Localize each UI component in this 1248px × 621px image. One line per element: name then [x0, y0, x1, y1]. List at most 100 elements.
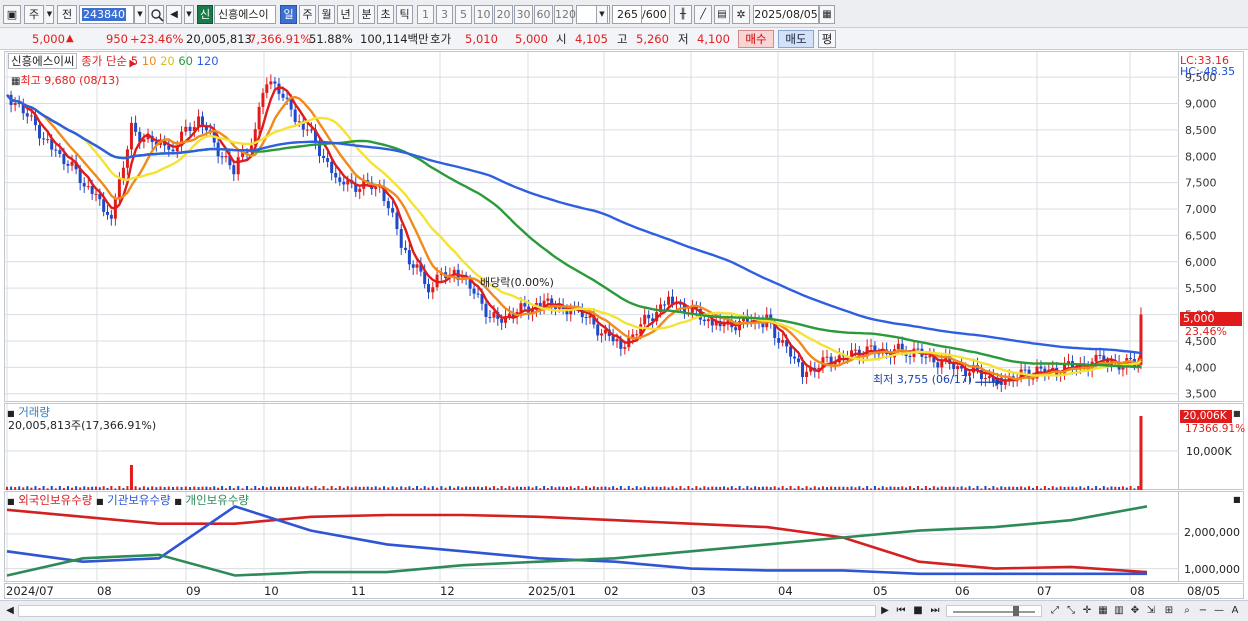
search-icon[interactable] [148, 5, 164, 24]
tab-monthly[interactable]: 월 [318, 5, 335, 24]
count-input[interactable]: 265 [612, 5, 642, 24]
ma-5-label: 5 [130, 54, 139, 68]
code-dropdown-icon[interactable]: ▼ [134, 5, 146, 24]
legend-foreign: 외국인보유수량 [18, 493, 93, 507]
candle-body [805, 371, 809, 378]
fit-icon[interactable]: ⇲ [1144, 604, 1158, 618]
interval-3[interactable]: 3 [436, 5, 453, 24]
tab-minute[interactable]: 분 [358, 5, 375, 24]
interval-30[interactable]: 30 [514, 5, 533, 24]
count-value: 265 [617, 8, 638, 21]
candle-body [1129, 358, 1133, 360]
volume-chart-panel[interactable]: ■ 거래량 20,005,813주(17,366.91%) [4, 403, 1180, 491]
period-dropdown-icon[interactable]: ▼ [46, 5, 54, 24]
candle-body [129, 122, 133, 150]
volume-bar [34, 486, 37, 490]
tab-yearly-label: 년 [340, 8, 351, 21]
pan-icon[interactable]: ✥ [1128, 604, 1142, 618]
scroll-left-icon[interactable]: ◀ [3, 604, 17, 618]
price-chart-panel[interactable]: 신흥에스이씨 종가 단순 5 10 20 60 120 ▦최고 9,680 (0… [4, 51, 1180, 403]
volume-bar [873, 486, 876, 490]
high-label: 고 [617, 32, 628, 46]
minus-icon[interactable]: − [1196, 604, 1210, 618]
go-last-icon[interactable]: ⏭ [928, 604, 942, 618]
volume-bar [577, 486, 580, 490]
current-price: 5,000 [32, 32, 65, 46]
tab-weekly-label: 주 [302, 8, 313, 21]
date-input[interactable]: 2025/08/05 [753, 5, 819, 24]
go-first-icon[interactable]: ⏮ [894, 604, 908, 618]
tab-weekly[interactable]: 주 [299, 5, 316, 24]
volume-bar [1121, 486, 1124, 490]
interval-1[interactable]: 1 [417, 5, 434, 24]
sell-button[interactable]: 매도 [778, 30, 814, 48]
volume-bar [378, 487, 381, 490]
zoom-in-tool-icon[interactable]: ⤢ [1048, 604, 1062, 618]
volume-bar [391, 486, 394, 490]
zoom-slider[interactable] [946, 605, 1042, 617]
volume-bar [870, 488, 873, 490]
stop-icon[interactable]: ■ [911, 604, 925, 618]
scroll-right-icon[interactable]: ▶ [878, 604, 892, 618]
period-select[interactable]: 주 [24, 5, 44, 24]
volume-bar [924, 486, 927, 490]
volume-bar [176, 486, 179, 490]
volume-bar [232, 488, 235, 490]
volume-bar [916, 486, 919, 490]
tab-second[interactable]: 초 [377, 5, 394, 24]
save-icon[interactable]: ▤ [714, 5, 730, 24]
interval-dropdown-icon[interactable]: ▼ [596, 5, 608, 24]
text-size-icon[interactable]: A [1228, 604, 1242, 618]
layout-icon[interactable]: ▣ [3, 5, 21, 24]
stock-name-field[interactable]: 신흥에스이씨 [214, 5, 276, 24]
prev-button[interactable]: 전 [57, 5, 77, 24]
zoom-slider-thumb[interactable] [1013, 606, 1019, 616]
interval-10[interactable]: 10 [474, 5, 493, 24]
date-label: 08 [1130, 584, 1145, 598]
min-marker-label: 최저 3,755 (06/17) [873, 373, 973, 386]
interval-120[interactable]: 120 [554, 5, 576, 24]
tab-daily[interactable]: 일 [280, 5, 297, 24]
interval-5[interactable]: 5 [455, 5, 472, 24]
volume-bar [635, 486, 638, 490]
volume-bar [866, 486, 869, 490]
volume-bar [813, 486, 816, 490]
crosshair-icon[interactable]: ✛ [1080, 604, 1094, 618]
volume-bar [992, 486, 995, 490]
chart-scrollbar[interactable]: ◀ ▶ ⏮ ■ ⏭ ⤢ ⤡ ✛ ▦ ▥ ✥ ⇲ ⊞ ⌕ − — A [0, 600, 1248, 621]
interval-20[interactable]: 20 [494, 5, 513, 24]
sound-dropdown-icon[interactable]: ▼ [184, 5, 194, 24]
dash-icon[interactable]: — [1212, 604, 1226, 618]
toolbar: ▣ 주 ▼ 전 243840 ▼ ◀ ▼ 신 신흥에스이씨 일 주 월 년 분 … [0, 0, 1248, 28]
zoom-out-tool-icon[interactable]: ⤡ [1064, 604, 1078, 618]
gear-icon[interactable]: ✲ [732, 5, 750, 24]
volume-bar [581, 488, 584, 490]
grid-toggle-icon[interactable]: ▦ [1096, 604, 1110, 618]
holding-panel-close-icon[interactable]: ■ [1233, 493, 1241, 507]
scroll-track[interactable] [18, 605, 876, 617]
turnover-rate: 51.88% [309, 32, 353, 46]
volume-bar [440, 486, 443, 490]
arrange-icon[interactable]: ⊞ [1162, 604, 1176, 618]
magnifier-icon[interactable]: ⌕ [1180, 604, 1194, 618]
volume-bar [1036, 486, 1038, 490]
tab-tick[interactable]: 틱 [396, 5, 413, 24]
volume-panel-close-icon[interactable]: ■ [1233, 407, 1241, 421]
candle-body [896, 343, 900, 350]
holding-chart-panel[interactable]: ■ 외국인보유수량 ■ 기관보유수량 ■ 개인보유수량 [4, 491, 1180, 583]
stock-code-input[interactable]: 243840 [79, 5, 134, 24]
sound-icon[interactable]: ◀ [166, 5, 182, 24]
volume-bar [960, 486, 963, 490]
interval-60[interactable]: 60 [534, 5, 553, 24]
line-icon[interactable]: ╱ [694, 5, 712, 24]
calendar-icon[interactable]: ▦ [819, 5, 835, 24]
tab-yearly[interactable]: 년 [337, 5, 354, 24]
chart-type-icon[interactable]: ▥ [1112, 604, 1126, 618]
candle-icon[interactable]: ╫ [674, 5, 692, 24]
volume-bar [809, 487, 812, 490]
volume-bar [1016, 486, 1019, 490]
avg-button[interactable]: 평 [818, 30, 836, 48]
candle-body [789, 346, 793, 357]
buy-button[interactable]: 매수 [738, 30, 774, 48]
interval-30-label: 30 [516, 8, 531, 21]
